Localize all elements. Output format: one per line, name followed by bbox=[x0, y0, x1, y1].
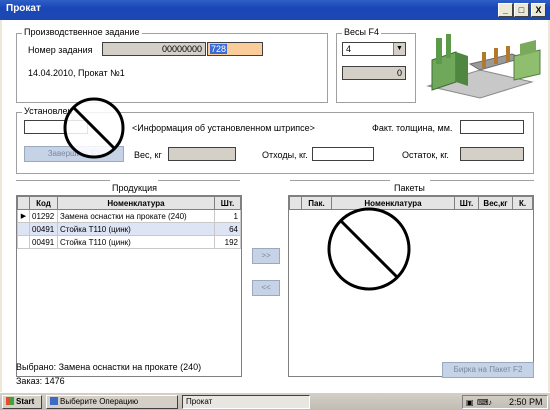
scales-weight-field: 0 bbox=[342, 66, 406, 80]
task-number-field: 00000000 bbox=[102, 42, 206, 56]
column-header-name[interactable]: Номенклатура bbox=[57, 196, 215, 210]
column-header-qty[interactable]: Шт. bbox=[214, 196, 241, 210]
cell-name: Замена оснастки на прокате (240) bbox=[57, 209, 215, 223]
cell-name: Стойка Т110 (цинк) bbox=[57, 235, 215, 249]
task-number-input[interactable]: 728 bbox=[207, 42, 263, 56]
table-row[interactable]: ▶ 01292 Замена оснастки на прокате (240)… bbox=[17, 209, 241, 223]
move-right-button[interactable]: >> bbox=[252, 248, 280, 264]
production-task-label: Производственное задание bbox=[22, 27, 142, 37]
rolling-mill-illustration bbox=[426, 34, 541, 99]
thickness-label: Факт. толщина, мм. bbox=[372, 123, 453, 133]
selected-item-text: Выбрано: Замена оснастки на прокате (240… bbox=[16, 362, 202, 372]
cell-qty: 64 bbox=[214, 222, 241, 236]
row-selector bbox=[17, 235, 30, 249]
prohibited-icon bbox=[63, 97, 125, 159]
minimize-button[interactable]: _ bbox=[498, 3, 513, 17]
thickness-input[interactable] bbox=[460, 120, 524, 134]
taskbar-item-label: Прокат bbox=[186, 397, 213, 406]
products-table-container: Код Номенклатура Шт. ▶ 01292 Замена осна… bbox=[16, 195, 242, 377]
title-bar: Прокат _ □ X bbox=[0, 0, 550, 20]
strip-weight-label: Вес, кг bbox=[134, 150, 162, 160]
order-text: Заказ: 1476 bbox=[16, 376, 65, 386]
strip-weight-field bbox=[168, 147, 236, 161]
move-left-button[interactable]: << bbox=[252, 280, 280, 296]
taskbar-item-select-operation[interactable]: Выберите Операцию bbox=[46, 395, 178, 409]
network-icon[interactable]: ▣ bbox=[466, 398, 474, 407]
task-date-text: 14.04.2010, Прокат №1 bbox=[28, 68, 125, 78]
volume-icon[interactable]: ♪ bbox=[488, 398, 492, 407]
scales-label: Весы F4 bbox=[342, 27, 381, 37]
cell-qty: 192 bbox=[214, 235, 241, 249]
cell-name: Стойка Т110 (цинк) bbox=[57, 222, 215, 236]
maximize-button[interactable]: □ bbox=[514, 3, 529, 17]
window-client-area: Производственное задание Номер задания 0… bbox=[2, 20, 548, 392]
window-title: Прокат bbox=[6, 3, 41, 14]
clock[interactable]: 2:50 PM bbox=[509, 397, 543, 407]
row-indicator-header bbox=[289, 196, 302, 210]
table-row[interactable]: 00491 Стойка Т110 (цинк) 64 bbox=[17, 222, 241, 236]
chevron-down-icon[interactable]: ▼ bbox=[393, 43, 405, 55]
windows-logo-icon bbox=[6, 397, 14, 405]
prohibited-icon bbox=[327, 207, 411, 291]
start-label: Start bbox=[16, 397, 35, 406]
keyboard-icon[interactable]: ⌨ bbox=[477, 398, 489, 407]
cell-code: 00491 bbox=[29, 235, 58, 249]
packages-label: Пакеты bbox=[394, 183, 425, 193]
close-button[interactable]: X bbox=[531, 3, 546, 17]
packages-divider-right bbox=[430, 180, 534, 181]
scales-select-value: 4 bbox=[346, 44, 352, 54]
rest-field bbox=[460, 147, 524, 161]
strip-info-text: <Информация об установленном штрипсе> bbox=[132, 123, 315, 133]
taskbar-item-rolling[interactable]: Прокат bbox=[182, 395, 310, 409]
products-label: Продукция bbox=[112, 183, 158, 193]
waste-input[interactable] bbox=[312, 147, 374, 161]
package-tag-button[interactable]: Бирка на Пакет F2 bbox=[442, 362, 534, 378]
system-tray: ▣ ⌨ ♪ 2:50 PM bbox=[462, 395, 548, 409]
scales-select[interactable]: 4 ▼ bbox=[342, 42, 406, 56]
rest-label: Остаток, кг. bbox=[402, 150, 449, 160]
row-selector bbox=[17, 222, 30, 236]
task-number-input-text: 728 bbox=[210, 44, 228, 54]
packages-divider-left bbox=[290, 180, 390, 181]
products-divider-right bbox=[158, 180, 240, 181]
start-button[interactable]: Start bbox=[2, 395, 42, 409]
products-header-row: Код Номенклатура Шт. bbox=[17, 196, 241, 210]
row-selector-icon: ▶ bbox=[17, 209, 30, 223]
row-indicator-header bbox=[17, 196, 30, 210]
column-header-code[interactable]: Код bbox=[29, 196, 58, 210]
app-icon bbox=[50, 397, 58, 405]
cell-qty: 1 bbox=[214, 209, 241, 223]
task-number-label: Номер задания bbox=[28, 45, 93, 55]
products-divider-left bbox=[16, 180, 110, 181]
waste-label: Отходы, кг. bbox=[262, 150, 308, 160]
cell-code: 00491 bbox=[29, 222, 58, 236]
table-row[interactable]: 00491 Стойка Т110 (цинк) 192 bbox=[17, 235, 241, 249]
products-table: Код Номенклатура Шт. ▶ 01292 Замена осна… bbox=[17, 196, 241, 249]
column-header-k[interactable]: К. bbox=[512, 196, 533, 210]
taskbar: Start Выберите Операцию Прокат ▣ ⌨ ♪ 2:5… bbox=[0, 392, 550, 410]
cell-code: 01292 bbox=[29, 209, 58, 223]
taskbar-item-label: Выберите Операцию bbox=[60, 397, 139, 406]
column-header-qty[interactable]: Шт. bbox=[454, 196, 479, 210]
column-header-weight[interactable]: Вес,кг bbox=[478, 196, 513, 210]
